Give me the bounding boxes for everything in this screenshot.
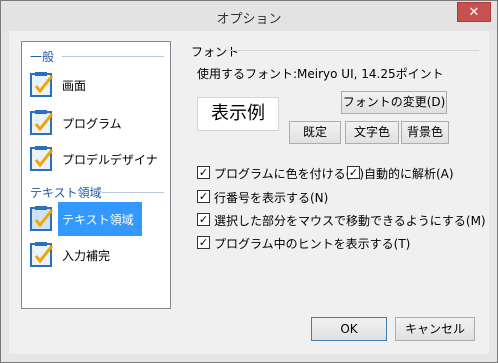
auto-parse-checkbox[interactable]: ✓ 自動的に解析(A) — [347, 165, 467, 181]
checkbox-icon: ✓ — [197, 236, 210, 249]
dialog-title: オプション — [216, 12, 282, 27]
cancel-button[interactable]: キャンセル — [395, 317, 475, 341]
sidebar-item-designer[interactable]: プロデルデザイナ — [26, 142, 162, 176]
checkbox-icon: ✓ — [347, 166, 360, 179]
checkbox-icon: ✓ — [197, 190, 210, 203]
checklist-icon — [30, 206, 54, 231]
sidebar-item-autocomplete[interactable]: 入力補完 — [26, 238, 162, 272]
sidebar-item-program[interactable]: プログラム — [26, 106, 162, 140]
checklist-icon — [30, 242, 54, 267]
ok-button[interactable]: OK — [311, 317, 387, 341]
checkbox-icon: ✓ — [197, 213, 210, 226]
dialog-client: 一般 画面 プログラム プロデルデザイナ テキスト領域 テキスト領域 入力補完 … — [9, 31, 489, 354]
group-divider — [102, 192, 164, 193]
drag-selection-checkbox[interactable]: ✓ 選択した部分をマウスで移動できるようにする(M) — [197, 212, 486, 228]
text-color-button[interactable]: 文字色 — [345, 121, 399, 144]
group-divider — [62, 56, 164, 57]
options-dialog: オプション ✕ 一般 画面 プログラム プロデルデザイナ テキスト領域 テキスト… — [0, 0, 498, 363]
background-color-button[interactable]: 背景色 — [401, 121, 449, 144]
checkbox-icon: ✓ — [197, 166, 210, 179]
group-header-text-area: テキスト領域 — [22, 184, 170, 202]
sidebar-item-text-area[interactable]: テキスト領域 — [26, 202, 162, 236]
category-list: 一般 画面 プログラム プロデルデザイナ テキスト領域 テキスト領域 入力補完 — [21, 41, 171, 309]
font-sample: 表示例 — [197, 97, 279, 131]
title-bar[interactable]: オプション ✕ — [1, 1, 497, 31]
colorize-program-checkbox[interactable]: ✓ プログラムに色を付ける(H) — [197, 165, 364, 181]
font-section-label: フォント — [191, 45, 240, 59]
show-hints-checkbox[interactable]: ✓ プログラム中のヒントを表示する(T) — [197, 235, 437, 251]
checklist-icon — [30, 110, 54, 135]
default-button[interactable]: 既定 — [289, 121, 341, 144]
font-info-text: 使用するフォント:Meiryo UI, 14.25ポイント — [197, 67, 444, 81]
show-line-numbers-checkbox[interactable]: ✓ 行番号を表示する(N) — [197, 189, 397, 205]
group-header-general: 一般 — [22, 48, 170, 66]
change-font-button[interactable]: フォントの変更(D) — [341, 91, 447, 114]
font-section-divider — [227, 50, 479, 51]
checklist-icon — [30, 72, 54, 97]
sidebar-item-screen[interactable]: 画面 — [26, 68, 162, 102]
checklist-icon — [30, 146, 54, 171]
close-button[interactable]: ✕ — [457, 2, 491, 22]
